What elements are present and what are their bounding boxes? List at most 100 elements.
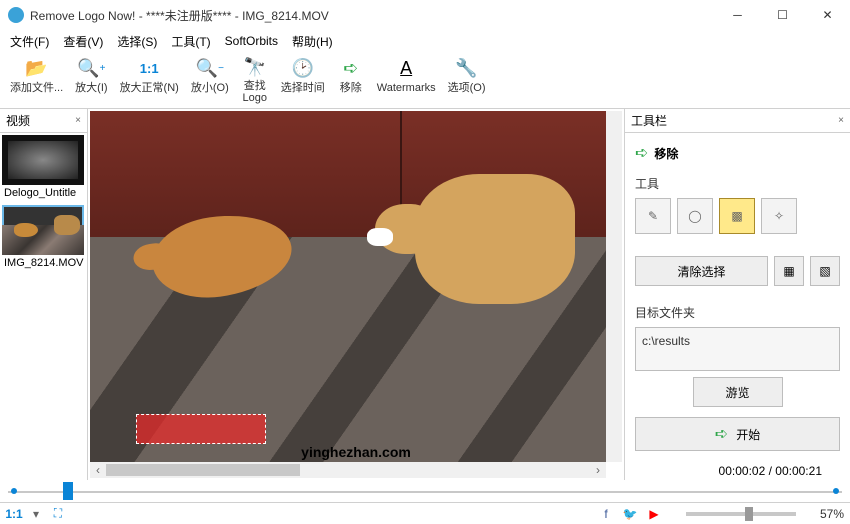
maximize-button[interactable]: ☐ [760,0,805,30]
select-all-button[interactable]: ▦ [774,256,804,286]
statusbar: 1:1 ▾ ⛶ f 🐦 ▶ 57% [0,502,850,524]
remove-section-header: ➪ 移除 [635,139,840,171]
clear-selection-label: 清除选择 [677,263,725,280]
selection-tools-row: ✎ ◯ ▩ ✧ [635,198,840,234]
viewport-scrollbar-horizontal[interactable]: ‹ › [90,462,606,478]
toolbox-title: 工具栏 [631,112,667,129]
menu-view[interactable]: 查看(V) [57,31,109,52]
tool-marquee-selected[interactable]: ▩ [719,198,755,234]
play-arrow-icon: ➪ [715,424,728,444]
arrow-right-icon: ➪ [635,143,648,163]
browse-label: 游览 [725,384,749,401]
tool-select-time-label: 选择时间 [281,82,325,94]
remove-section-title: 移除 [654,145,678,162]
tool-select-time[interactable]: 🕑 选择时间 [275,54,331,106]
folder-open-icon: 📂 [25,56,47,80]
tool-find-logo-label: 查找 Logo [242,80,266,104]
target-path-value: c:\results [642,334,690,348]
video-list-panel: 视频 × Delogo_Untitle IMG_8214.MOV [0,109,88,480]
tool-watermarks-label: Watermarks [377,82,436,94]
tool-options[interactable]: 🔧 选项(O) [442,54,492,106]
browse-button[interactable]: 游览 [693,377,783,407]
social-youtube-icon[interactable]: ▶ [646,506,662,522]
arrow-right-icon: ➪ [343,56,358,80]
wand-icon: ✧ [774,209,784,223]
tool-zoom-out[interactable]: 🔍− 放小(O) [185,54,235,106]
tool-add-files[interactable]: 📂 添加文件... [4,54,69,106]
timeline-slider[interactable]: 00:00:02 / 00:00:21 [0,480,850,502]
tool-options-label: 选项(O) [448,82,486,94]
start-button[interactable]: ➪ 开始 [635,417,840,451]
zoom-percent: 57% [804,507,844,521]
text-a-icon: A [400,56,412,80]
tool-pencil[interactable]: ✎ [635,198,671,234]
tool-watermarks[interactable]: A Watermarks [371,54,442,106]
tool-zoom-actual[interactable]: 1:1 放大正常(N) [114,54,185,106]
zoom-in-icon: 🔍+ [77,56,105,80]
toolbar: 📂 添加文件... 🔍+ 放大(I) 1:1 放大正常(N) 🔍− 放小(O) … [0,52,850,108]
fit-mode-dropdown-icon[interactable]: ▾ [30,511,42,517]
app-icon [8,7,24,23]
tool-wand[interactable]: ✧ [761,198,797,234]
menu-file[interactable]: 文件(F) [4,31,55,52]
zoom-out-icon: 🔍− [196,56,224,80]
tool-find-logo[interactable]: 🔭 查找 Logo [235,54,275,106]
tool-zoom-actual-label: 放大正常(N) [120,82,179,94]
clock-icon: 🕑 [292,56,314,80]
pencil-icon: ✎ [648,209,658,223]
panel-close-icon[interactable]: × [75,115,81,126]
scroll-left-icon[interactable]: ‹ [90,462,106,478]
wrench-icon: 🔧 [455,56,477,80]
one-to-one-icon: 1:1 [140,56,159,80]
tool-zoom-in-label: 放大(I) [75,82,107,94]
target-path-box: c:\results [635,327,840,371]
social-facebook-icon[interactable]: f [598,506,614,522]
video-viewport[interactable]: ‹ › [90,111,622,478]
window-title: Remove Logo Now! - ****未注册版**** - IMG_82… [30,7,715,24]
toolbox-close-icon[interactable]: × [838,115,844,126]
tool-zoom-in[interactable]: 🔍+ 放大(I) [69,54,113,106]
toolbox-panel: 工具栏 × ➪ 移除 工具 ✎ ◯ ▩ ✧ 清除选择 ▦ ▧ [624,109,850,480]
tool-add-files-label: 添加文件... [10,82,63,94]
selection-rectangle[interactable] [136,414,266,444]
toolbox-header: 工具栏 × [625,109,850,133]
binoculars-icon: 🔭 [244,56,266,78]
lasso-icon: ◯ [688,209,701,223]
minimize-button[interactable]: ─ [715,0,760,30]
select-all-icon: ▦ [783,264,794,278]
time-total: 00:00:21 [775,464,822,478]
menu-softorbits[interactable]: SoftOrbits [219,32,284,50]
menubar: 文件(F) 查看(V) 选择(S) 工具(T) SoftOrbits 帮助(H) [0,30,850,52]
video-thumb-1[interactable] [2,205,84,255]
video-thumb-1-label: IMG_8214.MOV [2,256,85,275]
menu-tools[interactable]: 工具(T) [165,31,216,52]
dog-in-frame [415,174,575,304]
zoom-slider[interactable] [686,512,796,516]
timeline-thumb[interactable] [63,482,73,500]
expand-icon[interactable]: ⛶ [50,506,66,522]
video-list-header: 视频 × [0,109,87,133]
tool-remove-label: 移除 [340,82,362,94]
social-twitter-icon[interactable]: 🐦 [622,506,638,522]
video-frame [90,111,606,462]
start-label: 开始 [736,426,760,443]
tools-label: 工具 [635,175,840,192]
menu-help[interactable]: 帮助(H) [286,31,339,52]
clear-selection-button[interactable]: 清除选择 [635,256,768,286]
scroll-right-icon[interactable]: › [590,462,606,478]
tool-lasso[interactable]: ◯ [677,198,713,234]
video-list-title: 视频 [6,112,30,129]
video-thumb-0-label: Delogo_Untitle [2,186,85,205]
center-area: ‹ › yinghezhan.com [88,109,624,480]
menu-select[interactable]: 选择(S) [111,31,163,52]
marquee-icon: ▩ [731,209,742,223]
video-thumb-0[interactable] [2,135,84,185]
fit-mode-button[interactable]: 1:1 [6,506,22,522]
invert-selection-button[interactable]: ▧ [810,256,840,286]
target-folder-label: 目标文件夹 [635,304,840,321]
invert-icon: ▧ [819,264,830,278]
titlebar: Remove Logo Now! - ****未注册版**** - IMG_82… [0,0,850,30]
close-button[interactable]: ✕ [805,0,850,30]
viewport-scrollbar-vertical[interactable] [606,111,622,462]
tool-remove[interactable]: ➪ 移除 [331,54,371,106]
